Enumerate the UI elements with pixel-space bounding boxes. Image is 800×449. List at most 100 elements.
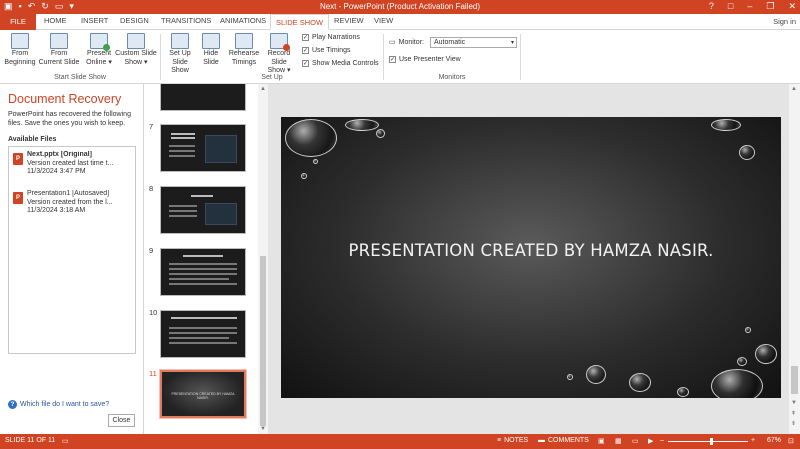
slide-thumbnail-9[interactable] <box>160 248 246 296</box>
custom-show-icon <box>127 33 145 49</box>
tab-transitions[interactable]: TRANSITIONS <box>161 16 211 25</box>
notes-button[interactable]: ≡ NOTES <box>497 437 528 444</box>
normal-view-icon[interactable]: ▣ <box>598 437 605 445</box>
water-drop <box>376 129 385 138</box>
scroll-up-icon[interactable]: ▲ <box>791 86 797 92</box>
next-slide-icon[interactable]: ⇟ <box>791 420 796 427</box>
zoom-out-button[interactable]: – <box>660 437 664 444</box>
from-beginning-button[interactable]: From Beginning <box>3 33 37 67</box>
spell-check-icon[interactable]: ▭ <box>62 437 69 445</box>
window-title: Next - PowerPoint (Product Activation Fa… <box>319 2 481 11</box>
slide-thumbnail-6[interactable] <box>160 84 246 111</box>
water-drop <box>629 373 651 392</box>
slide-title[interactable]: PRESENTATION CREATED BY HAMZA NASIR. <box>281 241 781 260</box>
editor-scrollbar[interactable]: ▲ ▼ ⇞ ⇟ <box>789 84 800 434</box>
custom-slide-show-button[interactable]: Custom Slide Show ▾ <box>114 33 158 67</box>
restore-button[interactable]: ❐ <box>766 1 774 12</box>
slide-thumbnail-10[interactable] <box>160 310 246 358</box>
water-drop <box>285 119 337 157</box>
tab-home[interactable]: HOME <box>44 16 67 25</box>
tab-animations[interactable]: ANIMATIONS <box>220 16 266 25</box>
tab-view[interactable]: VIEW <box>374 16 393 25</box>
play-narrations-checkbox[interactable]: ✓ Play Narrations <box>302 34 360 41</box>
checkmark-icon: ✓ <box>302 34 309 41</box>
tab-review[interactable]: REVIEW <box>334 16 364 25</box>
slide-thumbnail-11[interactable]: PRESENTATION CREATED BY HAMZA NASIR. <box>159 369 247 419</box>
slide-number-10: 10 <box>149 308 158 317</box>
close-window-button[interactable]: ✕ <box>788 1 796 12</box>
minimize-button[interactable]: – <box>747 1 752 12</box>
slide-thumbnails-pane: 7 8 9 10 11 PRESENTATION CREATED BY HAMZ… <box>144 84 268 434</box>
slideshow-icon <box>11 33 29 49</box>
slide-thumbnail-7[interactable] <box>160 124 246 172</box>
use-presenter-view-checkbox[interactable]: ✓ Use Presenter View <box>389 56 461 63</box>
file-date: 11/3/2024 3:18 AM <box>27 207 86 214</box>
use-timings-checkbox[interactable]: ✓ Use Timings <box>302 47 351 54</box>
hide-slide-button[interactable]: Hide Slide <box>199 33 223 67</box>
rehearse-timings-button[interactable]: Rehearse Timings <box>228 33 260 67</box>
current-slide[interactable]: PRESENTATION CREATED BY HAMZA NASIR. <box>281 117 781 398</box>
present-online-button[interactable]: Present Online ▾ <box>84 33 114 67</box>
show-media-controls-checkbox[interactable]: ✓ Show Media Controls <box>302 60 379 67</box>
previous-slide-icon[interactable]: ⇞ <box>791 410 796 417</box>
scroll-down-icon[interactable]: ▼ <box>260 426 266 432</box>
sign-in-link[interactable]: Sign in <box>773 17 796 26</box>
slideshow-view-icon[interactable]: ▶ <box>648 437 653 445</box>
help-link[interactable]: ? Which file do I want to save? <box>8 400 109 409</box>
ribbon-tabs: FILE HOME INSERT DESIGN TRANSITIONS ANIM… <box>0 14 800 30</box>
present-online-icon <box>90 33 110 51</box>
set-up-group-label: Set Up <box>261 74 283 81</box>
from-current-slide-button[interactable]: From Current Slide <box>38 33 80 67</box>
ribbon: From Beginning From Current Slide Presen… <box>0 30 800 84</box>
tab-design[interactable]: DESIGN <box>120 16 149 25</box>
slide-number-7: 7 <box>149 122 154 131</box>
status-bar: SLIDE 11 OF 11 ▭ ≡ NOTES ▬ COMMENTS ▣ ▦ … <box>0 434 800 449</box>
recovery-title: Document Recovery <box>8 92 122 106</box>
scroll-up-icon[interactable]: ▲ <box>260 86 266 92</box>
zoom-slider[interactable] <box>668 441 748 442</box>
scrollbar-thumb[interactable] <box>260 256 266 426</box>
setup-icon <box>171 33 189 49</box>
slide-editor: PRESENTATION CREATED BY HAMZA NASIR. <box>268 84 789 434</box>
water-drop <box>586 365 606 384</box>
water-drop <box>755 344 777 364</box>
zoom-in-button[interactable]: + <box>751 437 755 444</box>
monitor-select[interactable]: Automatic ▾ <box>430 37 517 48</box>
slide-thumbnail-8[interactable] <box>160 186 246 234</box>
pptx-file-icon: P <box>13 153 23 165</box>
slideshow-current-icon <box>50 33 68 49</box>
reading-view-icon[interactable]: ▭ <box>632 437 639 445</box>
close-recovery-button[interactable]: Close <box>108 414 135 427</box>
document-recovery-pane: Document Recovery PowerPoint has recover… <box>0 84 144 434</box>
slide-sorter-icon[interactable]: ▦ <box>615 437 622 445</box>
scrollbar-thumb[interactable] <box>791 366 798 394</box>
water-drop <box>301 173 307 179</box>
record-slide-show-button[interactable]: Record Slide Show ▾ <box>259 33 299 76</box>
scroll-down-icon[interactable]: ▼ <box>791 400 797 406</box>
water-drop <box>739 145 755 160</box>
rehearse-icon <box>235 33 253 49</box>
water-drop <box>711 369 763 398</box>
tab-file[interactable]: FILE <box>0 14 36 30</box>
start-slide-show-group-label: Start Slide Show <box>54 74 106 81</box>
water-drop <box>745 327 751 333</box>
set-up-slide-show-button[interactable]: Set Up Slide Show <box>163 33 197 76</box>
available-files-heading: Available Files <box>8 136 57 143</box>
help-button[interactable]: ? <box>709 1 714 12</box>
file-version: Version created last time t... <box>27 159 114 167</box>
ribbon-display-button[interactable]: □ <box>728 1 733 12</box>
water-drop <box>313 159 318 164</box>
hide-slide-icon <box>202 33 220 49</box>
tab-slide-show[interactable]: SLIDE SHOW <box>270 14 330 30</box>
file-date: 11/3/2024 3:47 PM <box>27 168 86 175</box>
zoom-level[interactable]: 67% <box>767 437 781 444</box>
thumbnails-scrollbar[interactable]: ▲ ▼ <box>258 84 268 434</box>
slide-number-11: 11 <box>149 369 157 378</box>
notes-icon: ≡ <box>497 437 502 444</box>
comments-button[interactable]: ▬ COMMENTS <box>538 437 589 444</box>
tab-insert[interactable]: INSERT <box>81 16 108 25</box>
checkmark-icon: ✓ <box>389 56 396 63</box>
water-drop <box>711 119 741 131</box>
fit-to-window-icon[interactable]: ⊡ <box>788 437 794 445</box>
zoom-slider-handle[interactable] <box>710 438 713 445</box>
